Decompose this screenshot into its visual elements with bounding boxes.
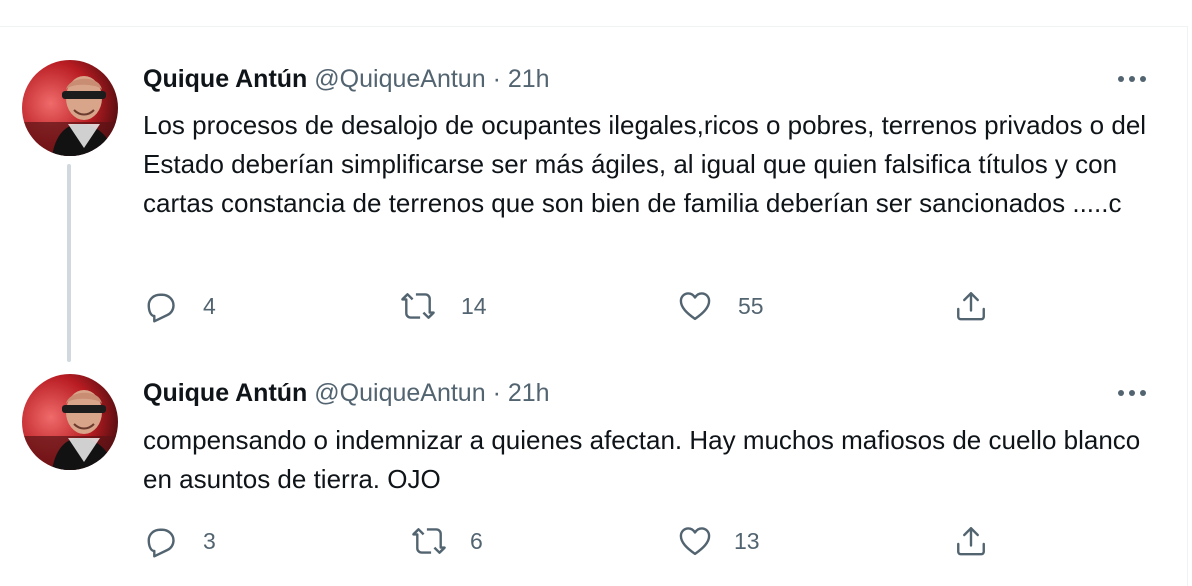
reply-icon (147, 528, 175, 558)
tweet[interactable]: Quique Antún @QuiqueAntun · 21h Los proc… (0, 56, 1188, 366)
tweet-text: Los procesos de desalojo de ocupantes il… (143, 110, 1147, 218)
tweet-header: Quique Antún @QuiqueAntun · 21h (143, 378, 550, 408)
more-icon[interactable] (1114, 380, 1150, 404)
author-handle[interactable]: @QuiqueAntun (314, 65, 485, 93)
reply-count: 3 (203, 527, 216, 554)
like-icon (679, 292, 711, 321)
retweet-count: 6 (470, 527, 483, 554)
like-count: 55 (738, 292, 764, 319)
retweet-button[interactable]: 6 (411, 521, 483, 561)
author-handle[interactable]: @QuiqueAntun (314, 379, 485, 407)
share-button[interactable] (953, 286, 989, 326)
separator-dot: · (492, 379, 501, 407)
tweet-text: compensando o indemnizar a quienes afect… (143, 425, 1141, 494)
reply-icon (147, 293, 175, 323)
retweet-count: 14 (461, 292, 487, 319)
avatar[interactable] (22, 374, 118, 470)
avatar-photo (22, 60, 118, 156)
tweet-timestamp[interactable]: 21h (508, 65, 550, 93)
tweet-header: Quique Antún @QuiqueAntun · 21h (143, 64, 550, 94)
reply-button[interactable]: 3 (142, 521, 216, 561)
retweet-icon (401, 293, 435, 319)
share-button[interactable] (953, 521, 989, 561)
timeline-top-divider (0, 26, 1188, 27)
share-icon (957, 527, 985, 556)
author-name[interactable]: Quique Antún (143, 65, 307, 93)
thread-connector-line (67, 164, 71, 362)
retweet-icon (412, 528, 446, 554)
tweet-timestamp[interactable]: 21h (508, 379, 550, 407)
like-button[interactable]: 55 (677, 286, 764, 326)
like-icon (679, 527, 711, 556)
author-name[interactable]: Quique Antún (143, 379, 307, 407)
retweet-button[interactable]: 14 (400, 286, 487, 326)
avatar-photo (22, 374, 118, 470)
more-icon[interactable] (1114, 66, 1150, 90)
share-icon (957, 292, 985, 321)
avatar[interactable] (22, 60, 118, 156)
reply-button[interactable]: 4 (142, 286, 216, 326)
separator-dot: · (492, 65, 501, 93)
like-button[interactable]: 13 (677, 521, 760, 561)
tweet[interactable]: Quique Antún @QuiqueAntun · 21h compensa… (0, 370, 1188, 586)
reply-count: 4 (203, 292, 216, 319)
like-count: 13 (734, 527, 760, 554)
